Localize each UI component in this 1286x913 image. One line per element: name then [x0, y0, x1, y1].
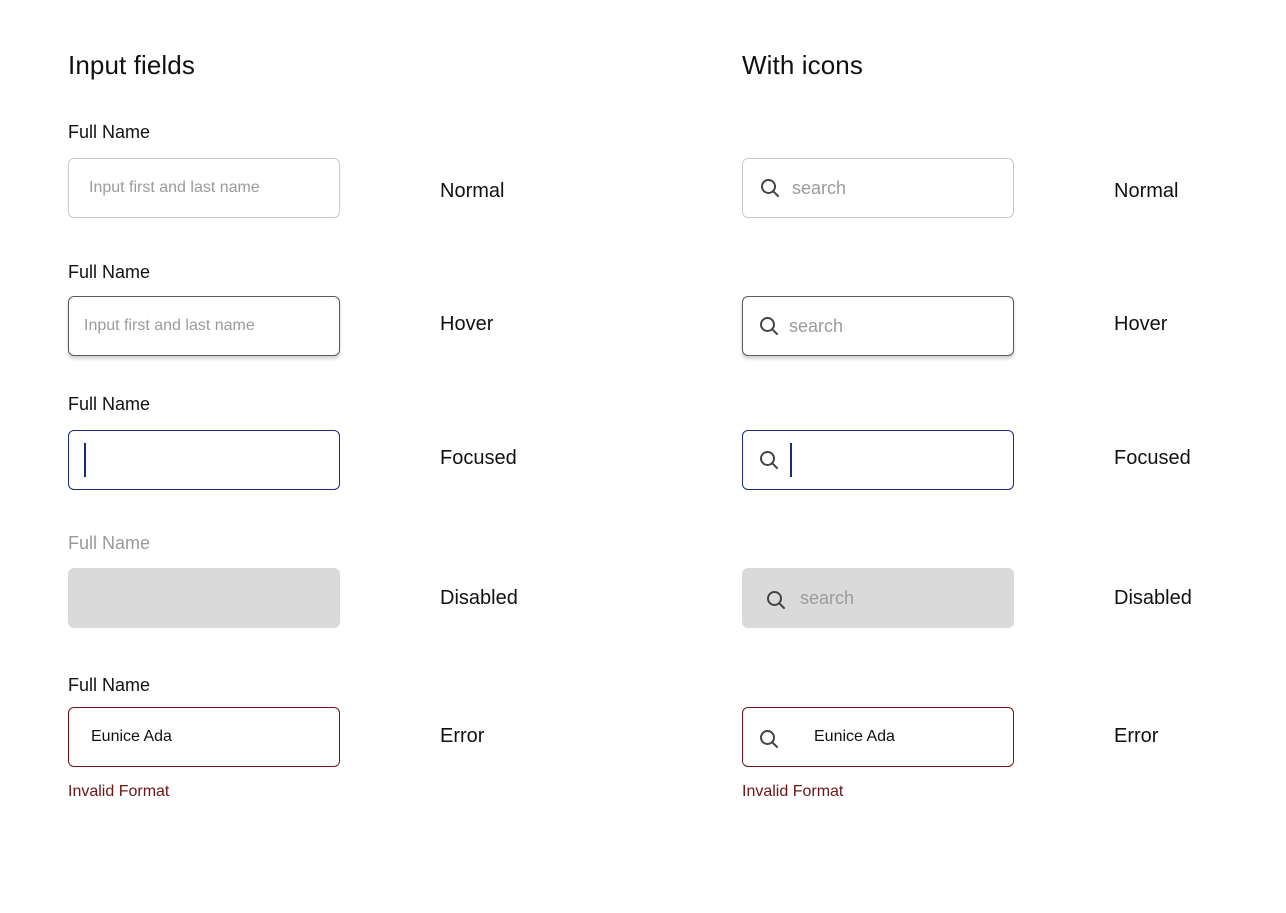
state-label-hover: Hover — [1114, 313, 1168, 335]
full-name-label-normal: Full Name — [68, 122, 151, 142]
text-caret — [84, 443, 86, 477]
search-placeholder: search — [800, 587, 855, 608]
state-label-disabled: Disabled — [1114, 587, 1192, 609]
search-placeholder: search — [789, 315, 844, 336]
search-input-normal[interactable]: search — [742, 158, 1014, 218]
search-placeholder: search — [792, 177, 847, 198]
search-input-hover[interactable]: search — [742, 296, 1014, 356]
state-label-focused: Focused — [440, 447, 517, 469]
full-name-input-focused[interactable] — [68, 430, 340, 490]
full-name-input-error[interactable]: Eunice Ada — [68, 707, 340, 767]
input-fields-title: Input fields — [68, 50, 195, 80]
search-icon — [765, 589, 787, 611]
search-icon — [758, 449, 780, 471]
state-label-hover: Hover — [440, 313, 494, 335]
search-input-error[interactable]: Eunice Ada — [742, 707, 1014, 767]
search-input-disabled: search — [742, 568, 1014, 628]
search-value: Eunice Ada — [814, 728, 895, 745]
state-label-focused: Focused — [1114, 447, 1191, 469]
search-input-focused[interactable] — [742, 430, 1014, 490]
search-icon — [758, 315, 780, 337]
state-label-error: Error — [1114, 725, 1159, 747]
state-label-normal: Normal — [440, 180, 505, 202]
state-label-normal: Normal — [1114, 180, 1179, 202]
full-name-label-disabled: Full Name — [68, 533, 151, 553]
full-name-placeholder: Input first and last name — [89, 179, 260, 196]
error-message: Invalid Format — [742, 783, 844, 800]
text-caret — [790, 443, 792, 477]
state-label-disabled: Disabled — [440, 587, 518, 609]
search-icon — [758, 728, 780, 750]
full-name-input-hover[interactable]: Input first and last name — [68, 296, 340, 356]
full-name-input-normal[interactable]: Input first and last name — [68, 158, 340, 218]
with-icons-title: With icons — [742, 50, 863, 80]
error-message: Invalid Format — [68, 783, 170, 800]
full-name-label-hover: Full Name — [68, 262, 151, 282]
search-icon — [759, 177, 781, 199]
full-name-placeholder: Input first and last name — [84, 317, 255, 334]
full-name-input-disabled — [68, 568, 340, 628]
state-label-error: Error — [440, 725, 485, 747]
full-name-label-focused: Full Name — [68, 394, 151, 414]
full-name-value: Eunice Ada — [91, 728, 172, 745]
full-name-label-error: Full Name — [68, 675, 151, 695]
